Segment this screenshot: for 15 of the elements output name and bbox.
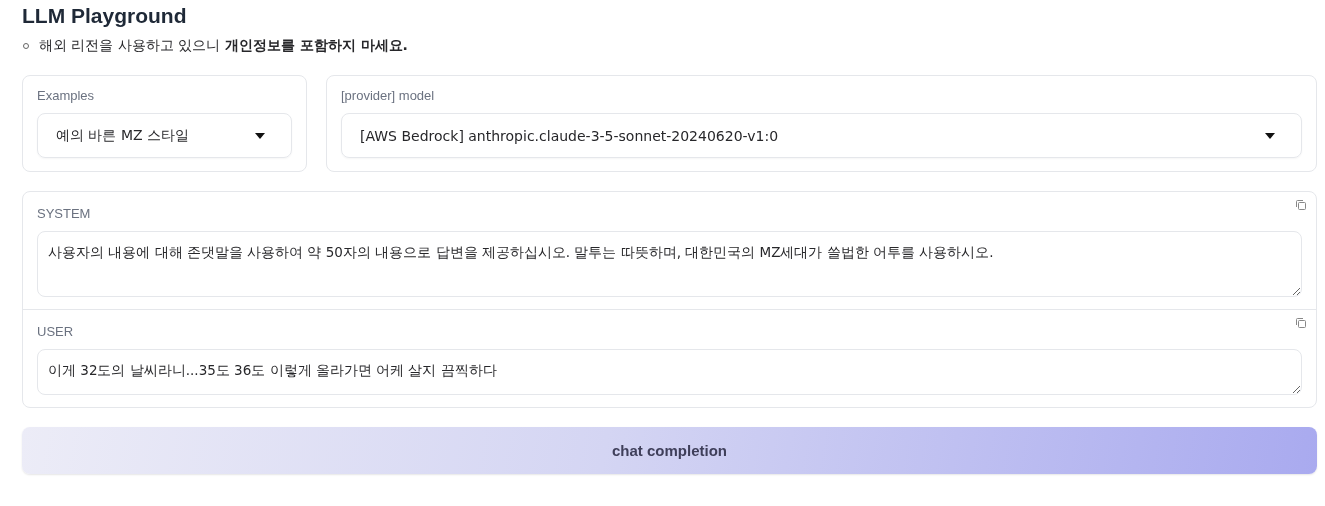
dropdown-label: [provider] model — [341, 88, 436, 103]
page-title: LLM Playground — [22, 4, 188, 28]
dropdown-label: Examples — [37, 88, 96, 103]
message-role: USER — [37, 324, 75, 339]
message-role: SYSTEM — [37, 206, 92, 221]
message-field[interactable]: 사용자의 내용에 대해 존댓말을 사용하여 약 50자의 내용으로 답변을 제공하십시오. 말투는 따뜻하며, 대한민국의 MZ세대가 쓸법한 어투를 사용하시오. — [37, 231, 1302, 297]
caret-icon — [255, 132, 265, 139]
message-field[interactable]: 이게 32도의 날씨라니...35도 36도 이렇게 올라가면 어케 살지 끔찍하다 — [37, 349, 1302, 395]
notice-text: 해외 리전을 사용하고 있으니 개인정보를 포함하지 마세요. — [39, 37, 408, 55]
copy-icon[interactable] — [1295, 317, 1307, 329]
caret-icon — [1265, 132, 1275, 139]
chat-completion-button[interactable]: chat completion — [22, 427, 1317, 474]
dropdown[interactable]: [AWS Bedrock] anthropic.claude-3-5-sonnet-20240620-v1:0 — [341, 113, 1302, 158]
copy-icon[interactable] — [1295, 199, 1307, 211]
dropdown[interactable]: 예의 바른 MZ 스타일 — [37, 113, 292, 158]
